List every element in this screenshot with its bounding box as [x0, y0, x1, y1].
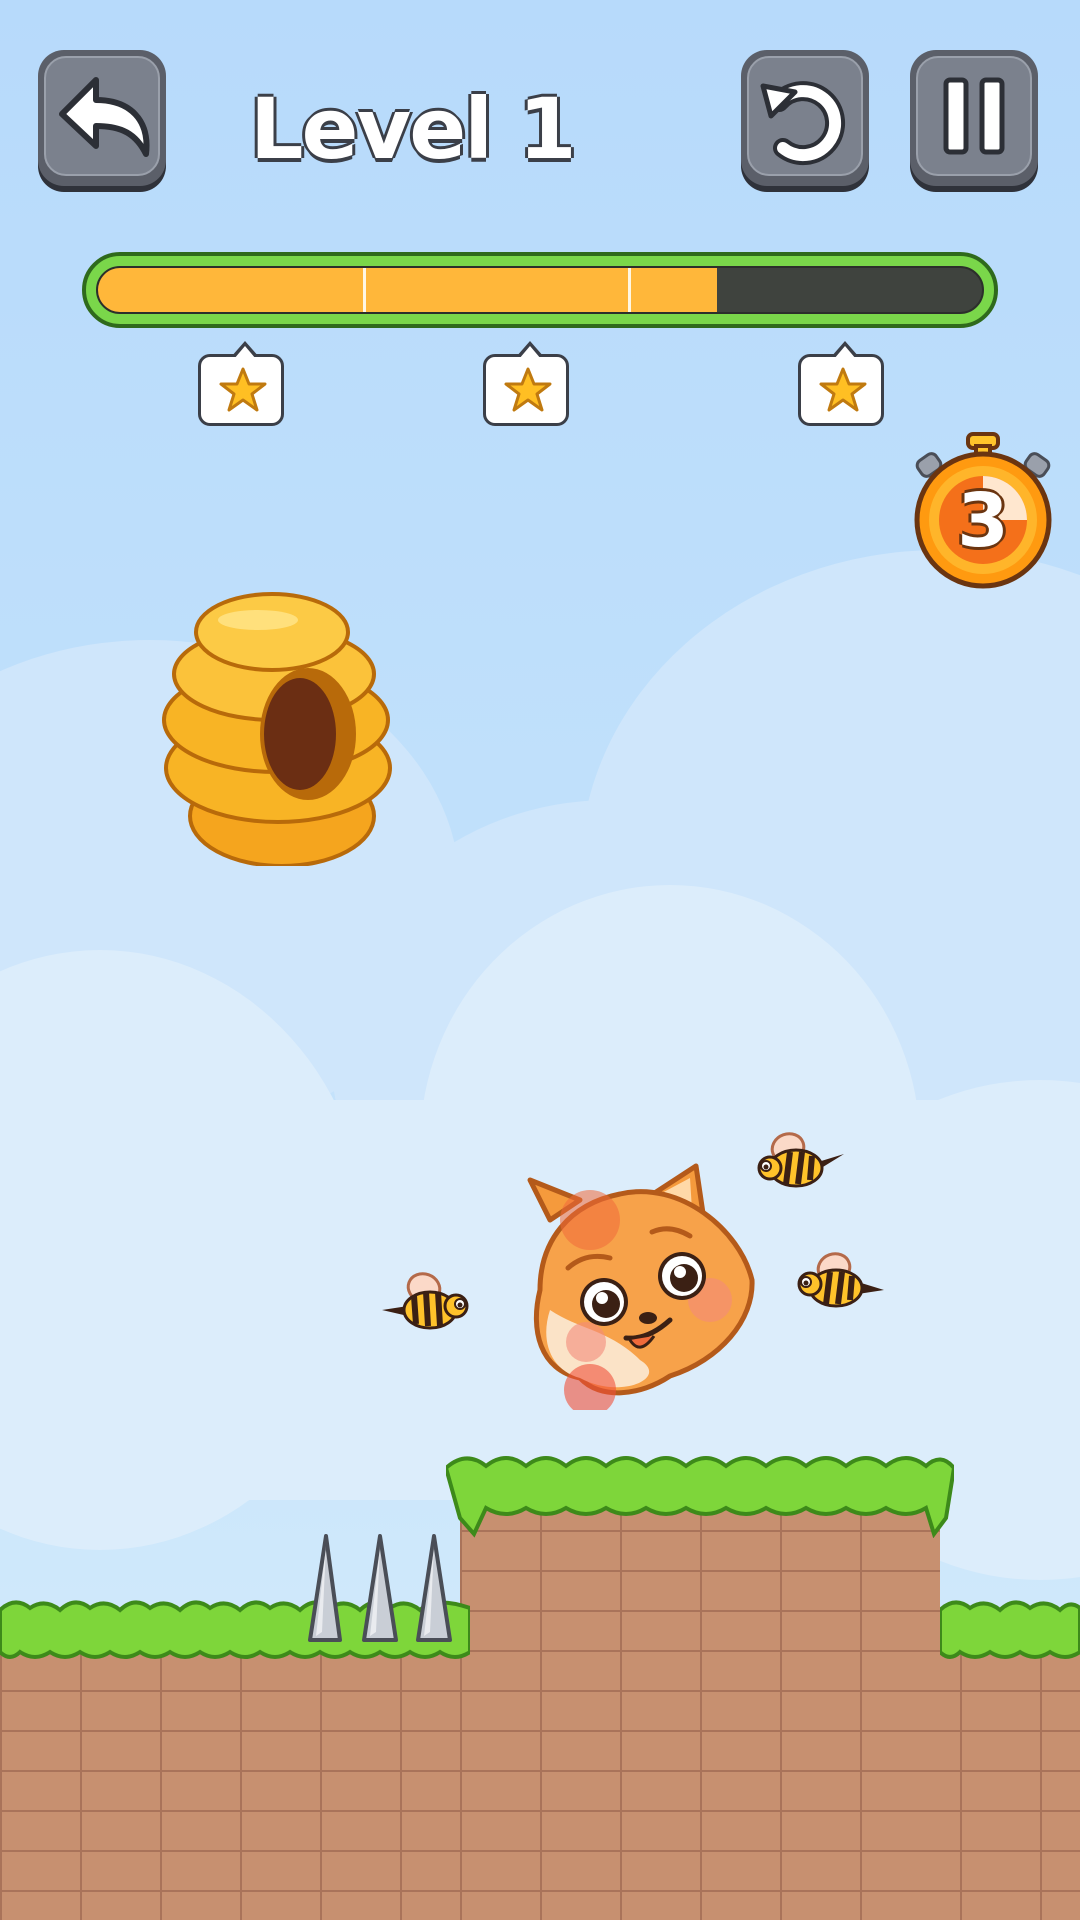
star-icon	[219, 367, 267, 412]
pause-icon	[943, 77, 1005, 155]
level-title: Level 1	[250, 80, 577, 178]
back-button[interactable]	[38, 50, 166, 186]
timer-value: 3	[957, 478, 1009, 564]
bee	[382, 1272, 469, 1330]
star-badge-2	[483, 341, 569, 426]
game-scene: Level 1 3	[0, 0, 1080, 1920]
pause-button[interactable]	[910, 50, 1038, 186]
bee	[797, 1252, 884, 1308]
star-badge-1	[198, 341, 284, 426]
progress-bar	[82, 252, 998, 328]
restart-button[interactable]	[741, 50, 869, 186]
progress-tick	[628, 268, 632, 312]
progress-tick	[363, 268, 367, 312]
beehive	[162, 592, 392, 866]
star-icon	[504, 367, 552, 412]
grass	[940, 1600, 1080, 1659]
brick-platform	[460, 1490, 940, 1920]
undo-arrow-icon	[59, 77, 150, 157]
star-icon	[819, 367, 867, 412]
bee	[757, 1132, 844, 1188]
stopwatch-timer: 3	[912, 432, 1054, 592]
metal-spikes	[308, 1534, 452, 1642]
restart-icon	[760, 81, 846, 166]
grass	[446, 1456, 954, 1538]
shiba-dog	[527, 1163, 755, 1410]
progress-fill	[98, 268, 717, 312]
star-badge-3	[798, 341, 884, 426]
